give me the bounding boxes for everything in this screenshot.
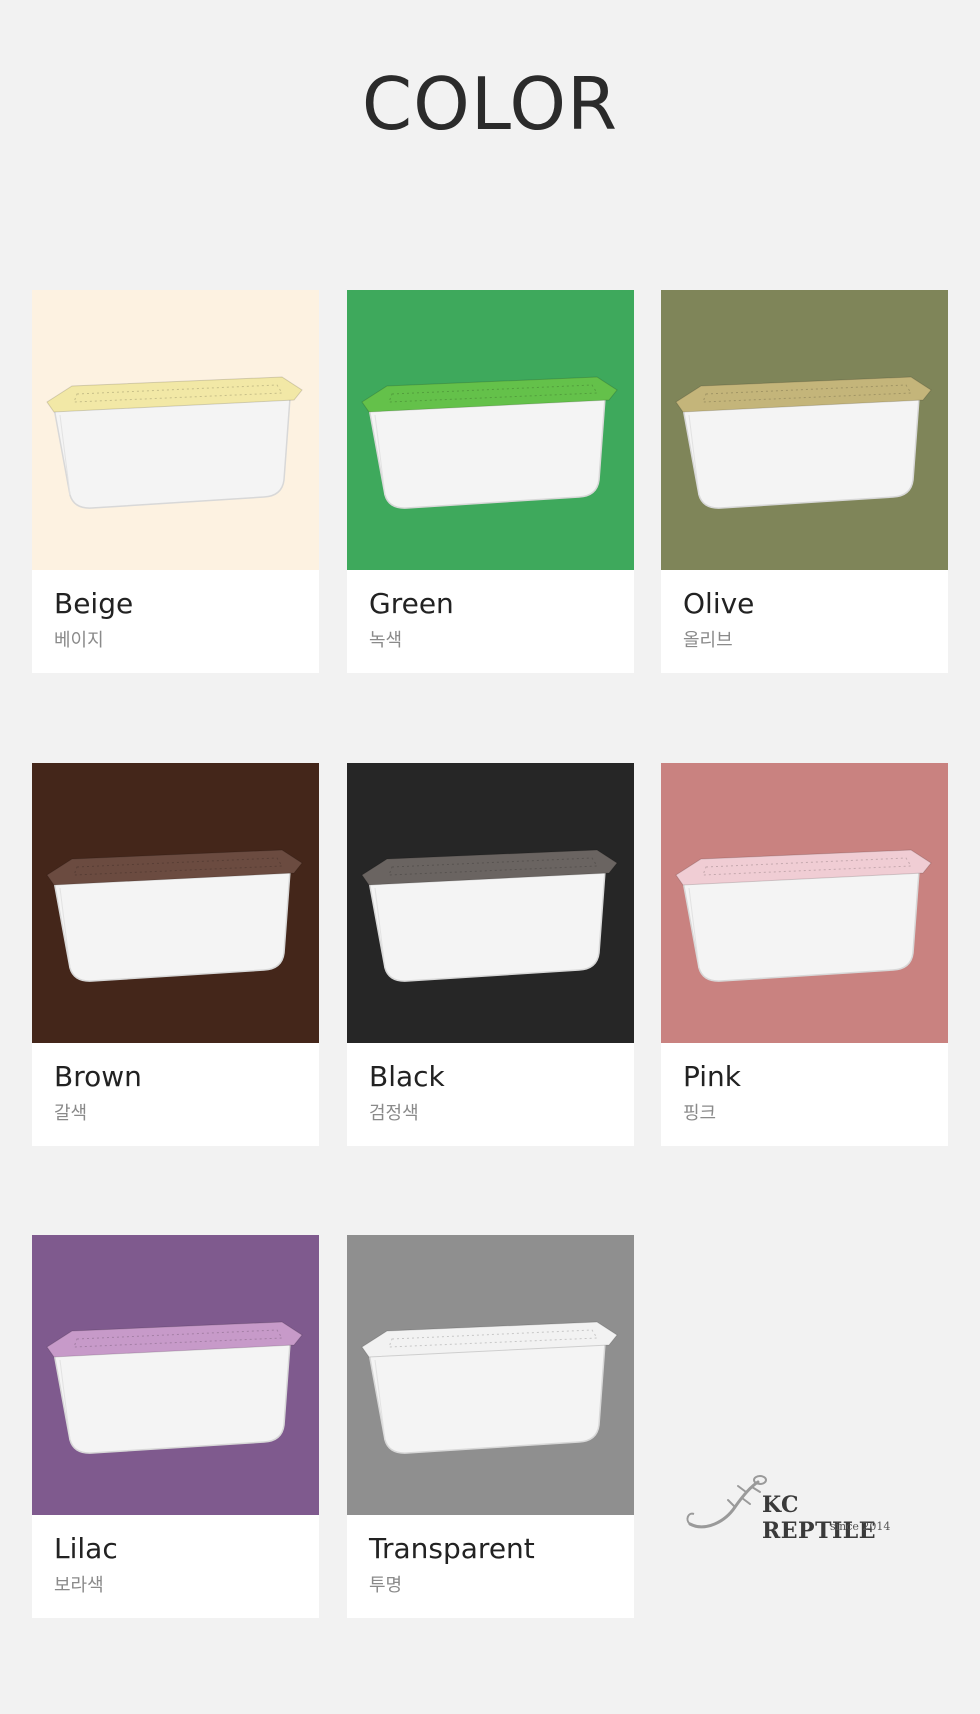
page-title: COLOR [361,62,619,146]
color-name-korean: 베이지 [54,630,104,651]
color-card-lilac: Lilac 보라색 [32,1235,319,1618]
container-box-icon [46,849,303,982]
logo-subtext: since 2014 [830,1520,891,1533]
brand-logo: KC REPTILE since 2014 [680,1462,900,1544]
color-name: Black [369,1060,445,1093]
color-name: Pink [683,1060,742,1093]
color-card-green: Green 녹색 [347,290,634,673]
color-name-korean: 갈색 [54,1103,88,1124]
container-box-icon [361,849,618,982]
color-card-brown: Brown 갈색 [32,763,319,1146]
logo-text: KC REPTILE [762,1492,876,1544]
container-box-icon [675,849,932,982]
color-card-transparent: Transparent 투명 [347,1235,634,1618]
gecko-icon [686,1475,767,1529]
color-swatch-image [347,1235,634,1515]
color-name: Brown [54,1060,142,1093]
container-box-icon [675,376,932,509]
container-box-icon [361,376,618,509]
color-name: Olive [683,587,755,620]
color-name-korean: 투명 [369,1575,403,1596]
color-card-olive: Olive 올리브 [661,290,948,673]
color-card-black: Black 검정색 [347,763,634,1146]
color-swatch-image [347,290,634,570]
color-name: Beige [54,587,134,620]
color-name-korean: 녹색 [369,630,403,651]
color-card-beige: Beige 베이지 [32,290,319,673]
color-swatch-image [347,763,634,1043]
color-name: Lilac [54,1532,118,1565]
color-name-korean: 보라색 [54,1575,104,1596]
color-card-pink: Pink 핑크 [661,763,948,1146]
color-swatch-image [32,290,319,570]
color-swatch-image [32,1235,319,1515]
color-swatch-image [661,763,948,1043]
container-box-icon [46,1321,303,1454]
color-name: Green [369,587,454,620]
color-name-korean: 핑크 [683,1103,717,1124]
container-box-icon [361,1321,618,1454]
color-name: Transparent [369,1532,535,1565]
color-swatch-image [661,290,948,570]
color-swatch-image [32,763,319,1043]
container-box-icon [46,376,303,509]
color-name-korean: 검정색 [369,1103,419,1124]
color-name-korean: 올리브 [683,630,733,651]
